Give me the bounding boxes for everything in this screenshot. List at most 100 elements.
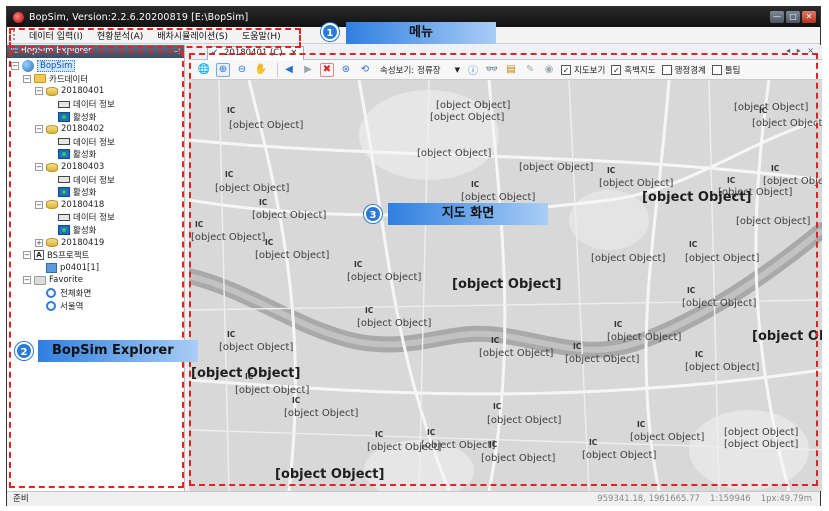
tree-node[interactable]: − Favorite	[7, 274, 184, 287]
collapse-icon[interactable]: −	[23, 276, 31, 285]
globe-icon[interactable]: 🌐	[197, 63, 211, 77]
tree-node-label: 활성화	[73, 226, 97, 237]
db-icon	[46, 162, 58, 172]
tree-node[interactable]: 데이터 정보	[7, 173, 184, 186]
coordinate-readout: 959341.18, 1961665.77	[597, 494, 700, 504]
clear-selection-icon[interactable]: ✖	[320, 62, 334, 77]
tree-node[interactable]: 활성화	[7, 110, 184, 123]
tree-node[interactable]: 활성화	[7, 224, 184, 237]
pen-icon[interactable]: ✎	[523, 63, 537, 77]
checkbox-label: 지도보기	[574, 65, 606, 76]
map-label: [object Object]	[347, 272, 422, 283]
pan-hand-icon[interactable]: ✋	[254, 63, 268, 77]
menu-help[interactable]: 도움말(H)	[235, 29, 288, 42]
tree-node[interactable]: +20180419	[7, 236, 184, 249]
tree-node[interactable]: − 카드데이터	[7, 73, 184, 86]
map-label: [object Object]	[763, 176, 822, 187]
pin-icon[interactable]: ⊣	[173, 45, 180, 58]
chevron-down-icon: ▼	[454, 65, 461, 74]
back-arrow-icon[interactable]: ◀	[282, 63, 296, 77]
map-label: [object Object]	[736, 216, 811, 227]
property-select[interactable]: 정류장 ▼	[417, 64, 460, 76]
callout-number-map: 3	[364, 205, 382, 223]
zoom-in-icon[interactable]: ⊕	[216, 62, 230, 77]
explorer-header: :::: BopSim Explorer ⊣	[7, 45, 184, 58]
collapse-icon[interactable]: −	[35, 125, 43, 134]
menu-data-input[interactable]: 데이터 입력(I)	[22, 29, 90, 42]
menu-dispatch-simulation[interactable]: 배차시뮬레이션(S)	[150, 29, 235, 42]
collapse-icon[interactable]: −	[35, 200, 43, 209]
map-label: [object Object]	[430, 112, 505, 123]
tree-node[interactable]: − BopSim	[7, 60, 184, 73]
status-bar: 준비 959341.18, 1961665.77 1:159946 1px:49…	[7, 491, 820, 506]
map-label: [object Object]	[685, 253, 760, 264]
tree-node[interactable]: − 20180401	[7, 85, 184, 98]
map-label: [object Object]	[219, 342, 294, 353]
ic-marker: IC	[227, 106, 236, 115]
map-view[interactable]: [object Object] [object Object] [object …	[189, 80, 822, 491]
map-label: [object Object]	[252, 210, 327, 221]
forward-arrow-icon[interactable]: ▶	[301, 63, 315, 77]
tree-node-label: 20180401	[61, 86, 105, 97]
data-icon	[58, 213, 70, 221]
tree-node[interactable]: 전체화면	[7, 287, 184, 300]
ic-marker: IC	[695, 350, 704, 359]
collapse-icon[interactable]: −	[35, 163, 43, 172]
tree-node-label: 활성화	[73, 188, 97, 199]
menu-status-analysis[interactable]: 현황분석(A)	[90, 29, 150, 42]
checkbox-tooltip[interactable]: 툴팁	[711, 64, 741, 76]
expand-icon[interactable]: +	[35, 238, 43, 247]
collapse-icon[interactable]: −	[23, 74, 31, 83]
toolbar-separator	[277, 62, 278, 77]
maximize-button[interactable]: □	[786, 11, 800, 23]
refresh-icon[interactable]: ⟲	[358, 63, 372, 77]
checkbox-label: 행정경계	[674, 65, 706, 76]
tree-node[interactable]: 데이터 정보	[7, 211, 184, 224]
tree-node[interactable]: − 20180403	[7, 161, 184, 174]
tab-20180401[interactable]: ✔ 20180401 (C) ×	[207, 46, 305, 60]
tree-node-label: 활성화	[73, 150, 97, 161]
ic-marker: IC	[771, 164, 780, 173]
tree-node[interactable]: − 20180402	[7, 123, 184, 136]
project-icon	[46, 262, 57, 273]
ic-marker: IC	[637, 420, 646, 429]
tree-node[interactable]: 데이터 정보	[7, 98, 184, 111]
info-icon[interactable]: ⓘ	[466, 63, 480, 77]
checkbox-map-view[interactable]: ✓ 지도보기	[561, 64, 605, 76]
tree-node-label: 데이터 정보	[73, 213, 115, 224]
map-label: [object Object]	[235, 385, 310, 396]
tab-close-icon[interactable]: ×	[290, 48, 297, 58]
tree-node[interactable]: − A BS프로젝트	[7, 249, 184, 262]
close-button[interactable]: ✕	[802, 11, 816, 23]
window-title: BopSim, Version:2.2.6.20200819 [E:\BopSi…	[29, 11, 249, 23]
tree-node[interactable]: − 20180418	[7, 199, 184, 212]
tree-node-label: 데이터 정보	[73, 137, 115, 148]
tree-node[interactable]: 활성화	[7, 186, 184, 199]
full-extent-icon[interactable]: ⊛	[339, 63, 353, 77]
minimize-button[interactable]: —	[770, 11, 784, 23]
tree-node[interactable]: 서울역	[7, 299, 184, 312]
collapse-icon[interactable]: −	[11, 62, 19, 71]
stop-icon[interactable]: ◉	[542, 63, 556, 77]
checkbox-grayscale-map[interactable]: ✓ 흑백지도	[611, 64, 656, 76]
db-icon	[46, 124, 58, 134]
tab-navigation[interactable]: ◂ ▸ ×	[786, 46, 816, 55]
search-icon	[46, 287, 56, 298]
map-label: [object Object]	[607, 332, 682, 343]
collapse-icon[interactable]: −	[23, 251, 31, 260]
tree-node-label: 20180402	[61, 124, 105, 135]
menu-grip-icon	[13, 30, 16, 40]
db-icon	[46, 86, 58, 96]
status-readouts: 959341.18, 1961665.77 1:159946 1px:49.79…	[597, 492, 812, 506]
zoom-out-icon[interactable]: ⊖	[235, 63, 249, 77]
tree-node[interactable]: p0401[1]	[7, 262, 184, 275]
measure-icon[interactable]: ▤	[504, 63, 518, 77]
map-label: [object Object]	[682, 298, 757, 309]
callout-label-map: 지도 화면	[388, 203, 548, 225]
tree-node[interactable]: 데이터 정보	[7, 136, 184, 149]
collapse-icon[interactable]: −	[35, 87, 43, 96]
map-label: [object Object]	[357, 318, 432, 329]
tree-node[interactable]: 활성화	[7, 148, 184, 161]
binoculars-icon[interactable]: 👓	[485, 63, 499, 77]
checkbox-admin-boundary[interactable]: 행정경계	[661, 64, 706, 76]
